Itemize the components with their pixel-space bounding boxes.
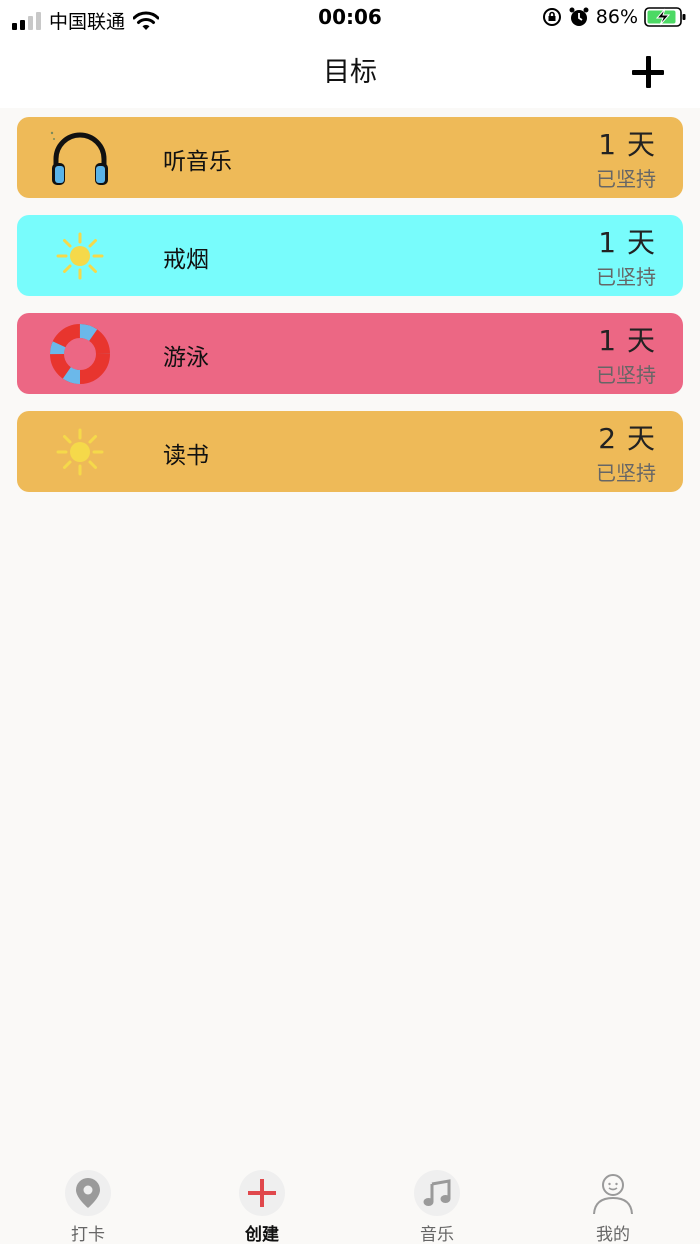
goal-name: 读书 [163, 443, 209, 469]
goal-card-quit-smoking[interactable]: 戒烟 1 天 已坚持 [17, 215, 683, 296]
alarm-clock-icon [569, 7, 589, 26]
tab-icon-background [414, 1170, 460, 1216]
sun-icon [56, 232, 104, 280]
goal-subtitle: 已坚持 [596, 461, 656, 485]
add-goal-button[interactable] [630, 54, 666, 90]
goal-days: 1 天 [598, 226, 656, 259]
battery-percent: 86% [595, 6, 638, 28]
tab-label: 创建 [245, 1225, 279, 1244]
tab-create[interactable]: 创建 [202, 1170, 322, 1244]
goal-days: 1 天 [598, 324, 656, 357]
tab-label: 我的 [596, 1225, 630, 1244]
plus-icon [248, 1179, 276, 1207]
location-pin-icon [76, 1178, 100, 1208]
rotation-lock-icon [542, 8, 561, 26]
life-ring-icon [50, 324, 110, 384]
goal-subtitle: 已坚持 [596, 167, 656, 191]
goal-days: 1 天 [598, 128, 656, 161]
goal-name: 听音乐 [163, 149, 232, 175]
tab-music[interactable]: 音乐 [377, 1170, 497, 1244]
tab-label: 音乐 [420, 1225, 454, 1244]
page-title: 目标 [323, 57, 377, 88]
goal-subtitle: 已坚持 [596, 363, 656, 387]
sun-icon [56, 428, 104, 476]
goal-card-swimming[interactable]: 游泳 1 天 已坚持 [17, 313, 683, 394]
goal-card-reading[interactable]: 读书 2 天 已坚持 [17, 411, 683, 492]
battery-charging-icon [644, 7, 686, 27]
tab-icon-background [590, 1170, 636, 1216]
goal-card-listen-music[interactable]: 听音乐 1 天 已坚持 [17, 117, 683, 198]
tab-profile[interactable]: 我的 [553, 1170, 673, 1244]
tab-bar: 打卡 创建 音乐 我的 [0, 1160, 700, 1244]
status-right: 86% [542, 6, 688, 28]
goal-name: 游泳 [163, 345, 209, 371]
nav-bar: 目标 [0, 36, 700, 108]
tab-icon-background [239, 1170, 285, 1216]
status-bar: 中国联通 00:06 86% [0, 0, 700, 36]
goal-list: 听音乐 1 天 已坚持 戒烟 1 天 已坚持 游泳 1 天 已坚持 读书 2 天… [17, 117, 683, 509]
music-note-icon [423, 1179, 451, 1206]
person-icon [593, 1174, 633, 1215]
tab-checkin[interactable]: 打卡 [28, 1170, 148, 1244]
goal-subtitle: 已坚持 [596, 265, 656, 289]
tab-label: 打卡 [71, 1225, 105, 1244]
tab-icon-background [65, 1170, 111, 1216]
headphones-icon [50, 131, 108, 185]
goal-days: 2 天 [598, 422, 656, 455]
goal-name: 戒烟 [163, 247, 209, 273]
